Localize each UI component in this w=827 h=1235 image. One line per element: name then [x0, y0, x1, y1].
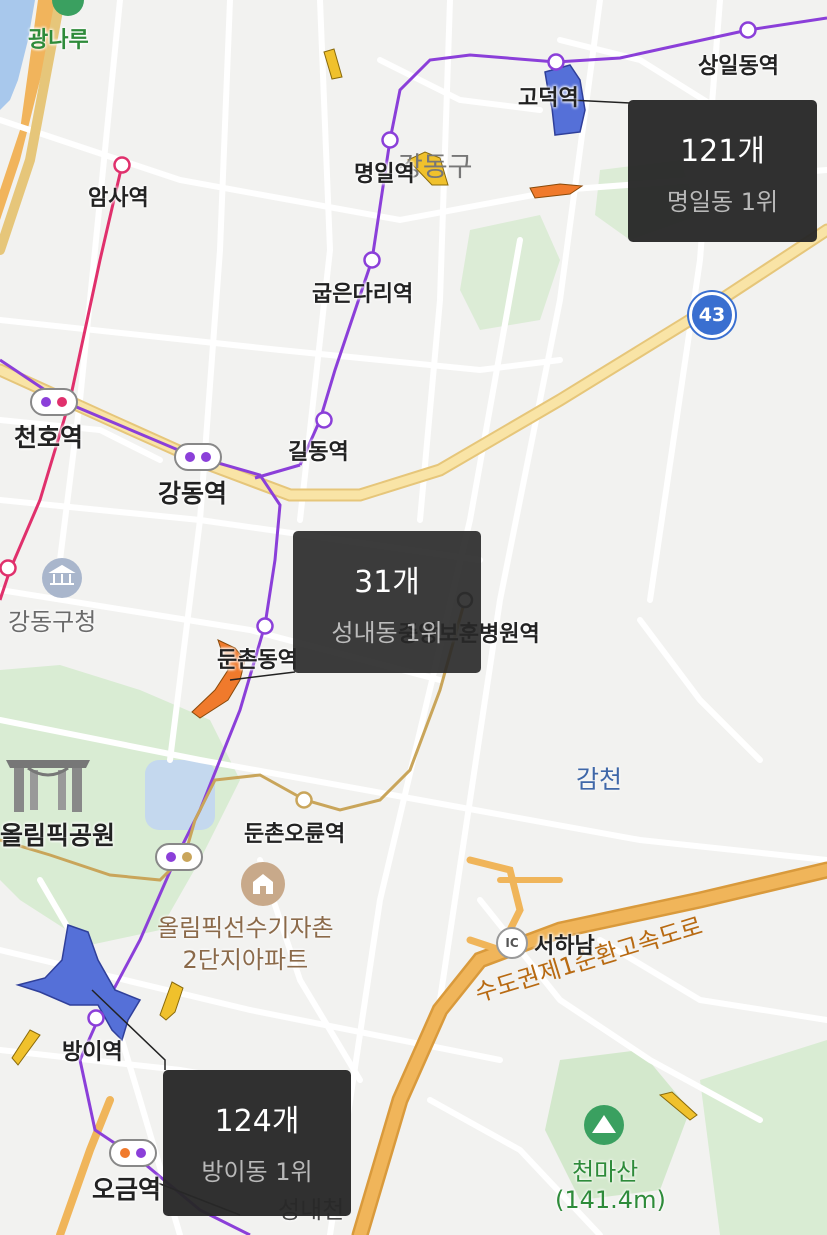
transfer-station-olympic-park	[155, 843, 203, 871]
poi-label-athletes-village-line1: 올림픽선수기자촌	[157, 914, 334, 942]
tooltip-count: 124개	[214, 1104, 300, 1139]
station-label-gangdong: 강동역	[158, 479, 228, 508]
transfer-station-cheonho	[30, 388, 78, 416]
station-label-godeok: 고덕역	[518, 86, 579, 111]
tooltip-seongnae[interactable]: 31개 성내동 1위	[293, 531, 481, 673]
poi-label-athletes-village-line2: 2단지아파트	[182, 946, 309, 974]
station-label-gubeundari: 굽은다리역	[312, 282, 414, 307]
map-canvas[interactable]: 강동구 감천 수도권제1순환고속도로 광나루 암사역 명일역 고덕역 상일동역 …	[0, 0, 827, 1235]
mountain-icon	[584, 1105, 624, 1145]
tooltip-rank: 명일동 1위	[666, 188, 779, 216]
poi-label-cheonmasan: 천마산	[572, 1158, 639, 1186]
ic-badge: IC	[496, 927, 528, 959]
station-label-gwangnaru: 광나루	[28, 28, 89, 53]
poi-label-seohanam: 서하남	[534, 934, 595, 959]
tooltip-count: 121개	[680, 134, 765, 169]
station-label-dunchon: 둔촌동역	[217, 648, 298, 673]
station-label-sangil: 상일동역	[698, 54, 779, 79]
tooltip-rank: 방이동 1위	[201, 1158, 313, 1186]
government-office-icon	[42, 558, 82, 598]
poi-label-gangdong-office: 강동구청	[8, 608, 97, 636]
station-label-amsa: 암사역	[88, 186, 149, 211]
tooltip-myeongil[interactable]: 121개 명일동 1위	[628, 100, 817, 242]
station-label-dunchon-oryun: 둔촌오륜역	[244, 822, 346, 847]
station-label-bangi: 방이역	[62, 1040, 123, 1065]
tooltip-bangi[interactable]: 124개 방이동 1위	[163, 1070, 351, 1216]
transfer-station-gangdong	[174, 443, 222, 471]
transfer-station-ogeum	[109, 1139, 157, 1167]
station-label-gildong: 길동역	[288, 440, 349, 465]
tooltip-count: 31개	[354, 565, 420, 600]
apartment-icon	[241, 862, 285, 906]
poi-label-cheonmasan-height: (141.4m)	[555, 1186, 666, 1214]
station-label-olympic-park: 올림픽공원	[0, 821, 116, 850]
tooltip-rank: 성내동 1위	[331, 619, 443, 647]
stream-label-gamcheon: 감천	[576, 765, 623, 794]
poi-label-athletes-village: 올림픽선수기자촌 2단지아파트	[157, 912, 334, 976]
station-label-ogeum: 오금역	[92, 1175, 162, 1204]
station-label-cheonho: 천호역	[14, 423, 84, 452]
route-shield-icon: 43	[689, 292, 735, 338]
station-label-myeongil: 명일역	[354, 162, 415, 187]
